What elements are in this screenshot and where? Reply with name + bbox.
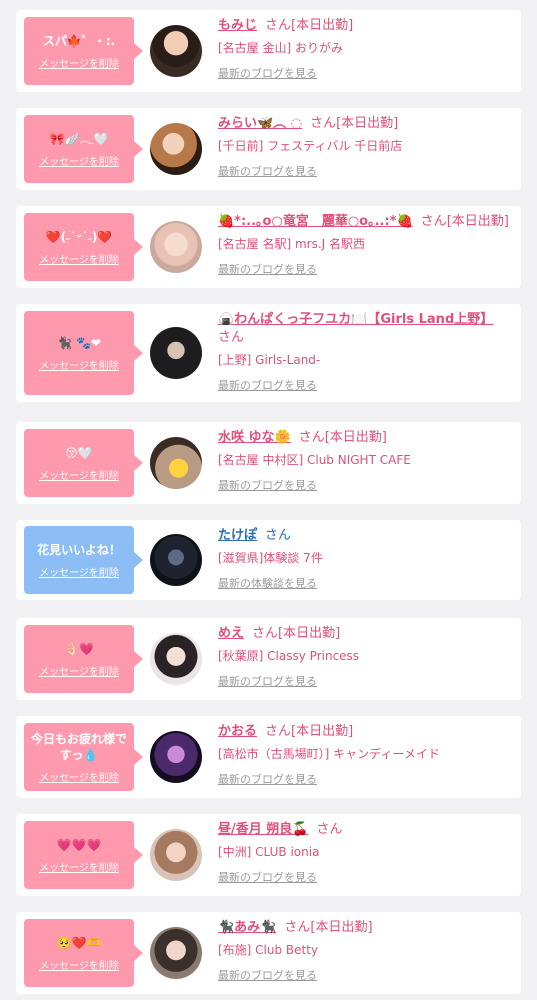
list-item: スパ🍁゜・:. メッセージを削除 もみじ さん[本日出勤] [名古屋 金山] おり… — [16, 10, 521, 92]
honorific: さん — [420, 214, 447, 229]
shop-name: [千日前] フェスティバル 千日前店 — [218, 139, 403, 153]
shop-name: [中洲] CLUB ionia — [218, 845, 320, 859]
profile-name-link[interactable]: 水咲 ゆな🌼 — [218, 430, 291, 445]
message-text: 😚🤍 — [65, 445, 93, 460]
list-item: 🐈‍⬛ 🐾❤ メッセージを削除 🍙わんぱくっ子フユカ🍽️【Girls Land上… — [16, 304, 521, 402]
list-item: 😚🤍 メッセージを削除 水咲 ゆな🌼 さん[本日出勤] [名古屋 中村区] Clu… — [16, 422, 521, 504]
latest-blog-link[interactable]: 最新のブログを見る — [218, 477, 317, 493]
shop-name: [布施] Club Betty — [218, 943, 319, 957]
avatar[interactable] — [150, 25, 202, 77]
status-badge: [本日出勤] — [324, 430, 387, 445]
message-text: 💗💗💗 — [56, 837, 102, 852]
honorific: さん — [284, 920, 311, 935]
status-badge: [本日出勤] — [278, 626, 341, 641]
status-badge: [本日出勤] — [446, 214, 509, 229]
status-badge: [本日出勤] — [336, 116, 399, 131]
delete-message-link[interactable]: メッセージを削除 — [39, 564, 119, 579]
delete-message-link[interactable]: メッセージを削除 — [39, 663, 119, 678]
avatar[interactable] — [150, 731, 202, 783]
shop-name: [上野] Girls-Land- — [218, 353, 321, 367]
shop-name: [滋賀県]体験談 7件 — [218, 551, 323, 565]
avatar[interactable] — [150, 829, 202, 881]
list-item: 🎀🪽𓂃🤍 メッセージを削除 みらい🦋︵ ◌ さん[本日出勤] [千日前] フェステ… — [16, 108, 521, 190]
message-text: 🎀🪽𓂃🤍 — [49, 131, 109, 146]
avatar[interactable] — [150, 927, 202, 979]
delete-message-link[interactable]: メッセージを削除 — [39, 467, 119, 482]
list-item: 💗💗💗 メッセージを削除 昼/香月 朔良🍒 さん [中洲] CLUB ionia … — [16, 814, 521, 896]
message-text: スパ🍁゜・:. — [42, 33, 116, 48]
profile-name-link[interactable]: 🍓*:..｡o○竜宮 麗華○o｡..:*🍓 — [218, 214, 413, 229]
shop-name: [名古屋 中村区] Club NIGHT CAFE — [218, 453, 411, 467]
delete-message-link[interactable]: メッセージを削除 — [39, 957, 119, 972]
honorific: さん — [265, 528, 292, 543]
latest-blog-link[interactable]: 最新のブログを見る — [218, 673, 317, 689]
list-item: 🥺❤️🫶 メッセージを削除 🐈‍⬛あみ🐈‍⬛ さん[本日出勤] [布施] Club… — [16, 912, 521, 994]
message-text: ❤️(˶˙ᵕ˙˶)❤️ — [45, 229, 113, 244]
profile-name-link[interactable]: もみじ — [218, 18, 257, 33]
honorific: さん — [218, 330, 245, 345]
message-text: 🥺❤️🫶 — [56, 935, 102, 950]
delete-message-link[interactable]: メッセージを削除 — [39, 357, 119, 372]
shop-name: [秋葉原] Classy Princess — [218, 649, 360, 663]
avatar[interactable] — [150, 437, 202, 489]
message-bubble: スパ🍁゜・:. メッセージを削除 — [24, 17, 143, 85]
message-text: 今日もお疲れ様ですっ💧 — [30, 731, 127, 762]
delete-message-link[interactable]: メッセージを削除 — [39, 769, 119, 784]
latest-blog-link[interactable]: 最新のブログを見る — [218, 163, 317, 179]
profile-name-link[interactable]: たけぽ — [218, 528, 257, 543]
message-bubble: 😚🤍 メッセージを削除 — [24, 429, 143, 497]
shop-name: [高松市（古馬場町）] キャンディーメイド — [218, 747, 440, 761]
message-bubble: 🎀🪽𓂃🤍 メッセージを削除 — [24, 115, 143, 183]
delete-message-link[interactable]: メッセージを削除 — [39, 55, 119, 70]
profile-name-link[interactable]: めえ — [218, 626, 244, 641]
latest-blog-link[interactable]: 最新のブログを見る — [218, 261, 317, 277]
avatar[interactable] — [150, 633, 202, 685]
latest-blog-link[interactable]: 最新のブログを見る — [218, 65, 317, 81]
message-bubble: 今日もお疲れ様ですっ💧 メッセージを削除 — [24, 723, 143, 791]
delete-message-link[interactable]: メッセージを削除 — [39, 859, 119, 874]
avatar[interactable] — [150, 534, 202, 586]
honorific: さん — [265, 724, 292, 739]
latest-experience-link[interactable]: 最新の体験談を見る — [218, 575, 317, 591]
message-bubble: 花見いいよね！ メッセージを削除 — [24, 526, 143, 594]
message-text: 🐈‍⬛ 🐾❤ — [56, 335, 102, 350]
honorific: さん — [316, 822, 343, 837]
profile-name-link[interactable]: 🍙わんぱくっ子フユカ🍽️【Girls Land上野】 — [218, 312, 493, 327]
latest-blog-link[interactable]: 最新のブログを見る — [218, 771, 317, 787]
list-item: 👌🏻💗 メッセージを削除 めえ さん[本日出勤] [秋葉原] Classy Pri… — [16, 618, 521, 700]
honorific: さん — [298, 430, 325, 445]
honorific: さん — [310, 116, 337, 131]
message-bubble: ❤️(˶˙ᵕ˙˶)❤️ メッセージを削除 — [24, 213, 143, 281]
avatar[interactable] — [150, 221, 202, 273]
status-badge: [本日出勤] — [310, 920, 373, 935]
avatar[interactable] — [150, 327, 202, 379]
message-bubble: 🐈‍⬛ 🐾❤ メッセージを削除 — [24, 311, 143, 395]
latest-blog-link[interactable]: 最新のブログを見る — [218, 377, 317, 393]
message-list: スパ🍁゜・:. メッセージを削除 もみじ さん[本日出勤] [名古屋 金山] おり… — [0, 0, 537, 1000]
profile-name-link[interactable]: 昼/香月 朔良🍒 — [218, 822, 308, 837]
avatar[interactable] — [150, 123, 202, 175]
honorific: さん — [252, 626, 279, 641]
message-bubble: 💗💗💗 メッセージを削除 — [24, 821, 143, 889]
status-badge: [本日出勤] — [291, 724, 354, 739]
message-bubble: 🥺❤️🫶 メッセージを削除 — [24, 919, 143, 987]
delete-message-link[interactable]: メッセージを削除 — [39, 153, 119, 168]
profile-name-link[interactable]: 🐈‍⬛あみ🐈‍⬛ — [218, 920, 276, 935]
message-bubble: 👌🏻💗 メッセージを削除 — [24, 625, 143, 693]
honorific: さん — [265, 18, 292, 33]
shop-name: [名古屋 名駅] mrs.J 名駅西 — [218, 237, 366, 251]
status-badge: [本日出勤] — [291, 18, 354, 33]
profile-name-link[interactable]: かおる — [218, 724, 257, 739]
list-item: 今日もお疲れ様ですっ💧 メッセージを削除 かおる さん[本日出勤] [高松市（古馬… — [16, 716, 521, 798]
message-text: 花見いいよね！ — [37, 542, 121, 557]
profile-name-link[interactable]: みらい🦋︵ ◌ — [218, 116, 302, 131]
list-item: 花見いいよね！ メッセージを削除 たけぽ さん [滋賀県]体験談 7件 最新の体験… — [16, 520, 521, 600]
message-text: 👌🏻💗 — [64, 641, 94, 656]
delete-message-link[interactable]: メッセージを削除 — [39, 251, 119, 266]
latest-blog-link[interactable]: 最新のブログを見る — [218, 869, 317, 885]
shop-name: [名古屋 金山] おりがみ — [218, 41, 343, 55]
list-item: ❤️(˶˙ᵕ˙˶)❤️ メッセージを削除 🍓*:..｡o○竜宮 麗華○o｡..:… — [16, 206, 521, 288]
latest-blog-link[interactable]: 最新のブログを見る — [218, 967, 317, 983]
